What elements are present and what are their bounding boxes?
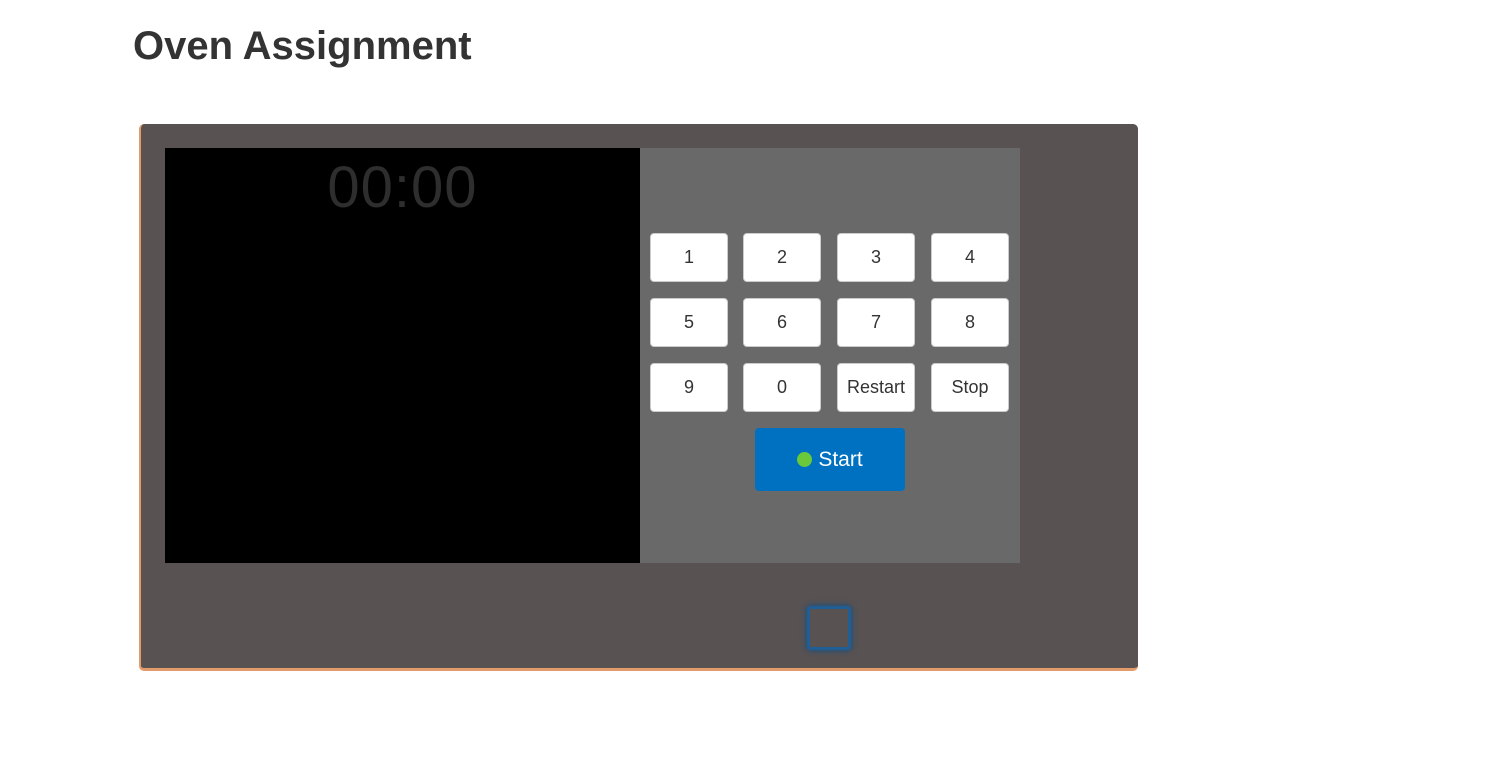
key-8-button[interactable]: 8 xyxy=(931,298,1009,347)
oven: 00:00 1 2 3 4 5 6 7 8 9 0 Restart Stop S… xyxy=(139,124,1138,671)
key-7-button[interactable]: 7 xyxy=(837,298,915,347)
status-led-icon xyxy=(797,452,813,467)
key-6-button[interactable]: 6 xyxy=(743,298,821,347)
page-title: Oven Assignment xyxy=(133,24,472,68)
key-3-button[interactable]: 3 xyxy=(837,233,915,282)
timer-display: 00:00 xyxy=(327,155,478,220)
key-4-button[interactable]: 4 xyxy=(931,233,1009,282)
stop-button[interactable]: Stop xyxy=(931,363,1009,412)
control-panel: 1 2 3 4 5 6 7 8 9 0 Restart Stop Start xyxy=(640,148,1020,563)
key-1-button[interactable]: 1 xyxy=(650,233,728,282)
key-2-button[interactable]: 2 xyxy=(743,233,821,282)
key-9-button[interactable]: 9 xyxy=(650,363,728,412)
door-handle-button[interactable] xyxy=(807,606,851,650)
start-button-label: Start xyxy=(818,447,863,471)
oven-window: 00:00 xyxy=(165,148,640,563)
start-button[interactable]: Start xyxy=(755,428,905,491)
key-5-button[interactable]: 5 xyxy=(650,298,728,347)
restart-button[interactable]: Restart xyxy=(837,363,915,412)
key-0-button[interactable]: 0 xyxy=(743,363,821,412)
